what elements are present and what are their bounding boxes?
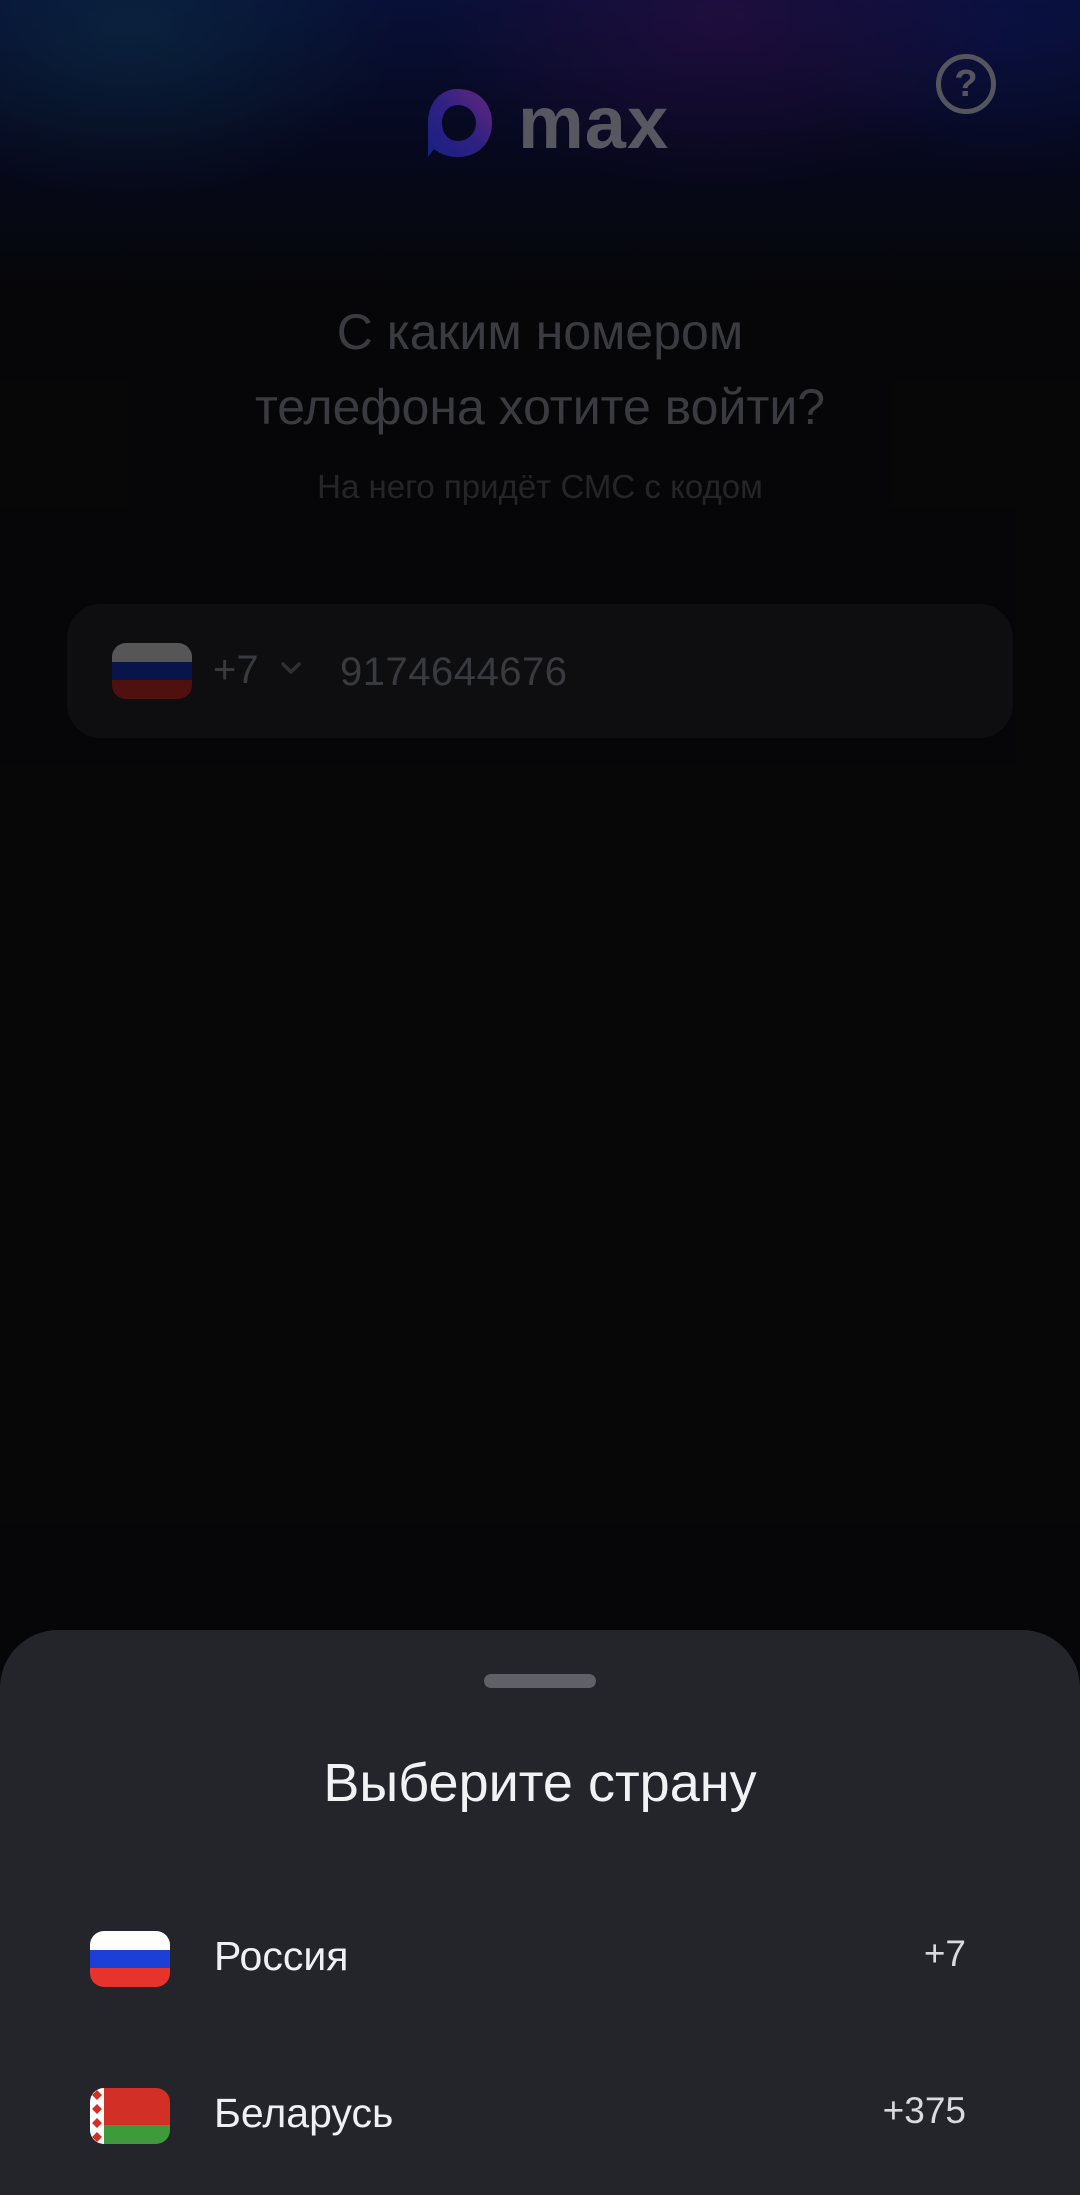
- login-screen: max ? С каким номером телефона хотите во…: [0, 0, 1080, 2195]
- belarus-flag-icon: [90, 2088, 170, 2144]
- country-item-belarus[interactable]: Беларусь +375: [0, 2040, 1080, 2190]
- country-picker-sheet: Выберите страну Россия +7 Беларусь +375: [0, 1630, 1080, 2195]
- country-code: +375: [882, 2090, 966, 2131]
- russia-flag-icon: [90, 1931, 170, 1987]
- country-name: Беларусь: [214, 2090, 394, 2136]
- country-item-russia[interactable]: Россия +7: [0, 1883, 1080, 2033]
- country-code: +7: [923, 1933, 966, 1974]
- sheet-title: Выберите страну: [323, 1753, 757, 1813]
- sheet-drag-handle[interactable]: [484, 1674, 596, 1688]
- country-name: Россия: [214, 1933, 349, 1979]
